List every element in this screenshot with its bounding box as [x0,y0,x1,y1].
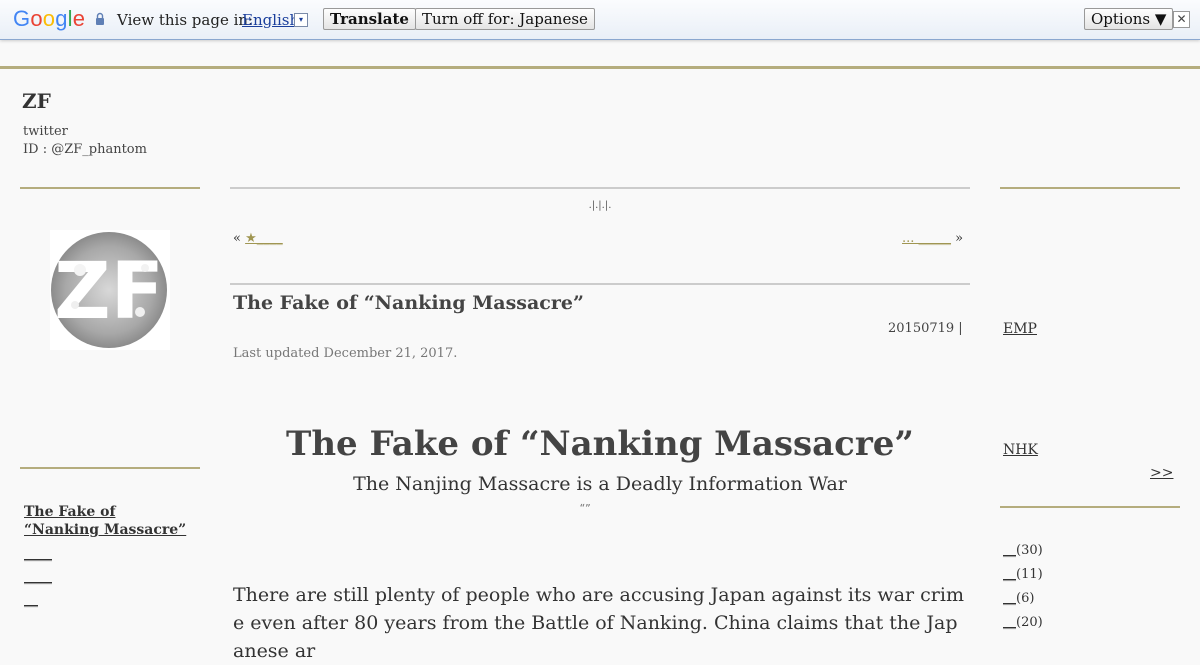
right-divider-2 [1000,506,1180,508]
right-nav-nhk[interactable]: NHK [1003,442,1038,458]
close-icon[interactable]: ✕ [1173,11,1190,28]
translate-bar: Google View this page in: English ▾ Tran… [0,0,1200,40]
twitter-label: twitter [23,124,68,139]
category-item[interactable]: __(6) [1003,591,1034,606]
article-subheading: The Nanjing Massacre is a Deadly Informa… [353,473,847,495]
post-divider [230,283,970,285]
svg-text:ZF: ZF [54,247,164,337]
last-updated: Last updated December 21, 2017. [233,346,458,361]
article-body: There are still plenty of people who are… [233,584,964,662]
left-nav-item-3[interactable]: ____ [24,569,52,585]
right-nav-emp[interactable]: EMP [1003,321,1037,337]
lock-icon [96,12,104,25]
left-nav-item-2[interactable]: ____ [24,546,52,562]
twitter-id: ID : @ZF_phantom [23,142,147,157]
main-divider [230,187,970,189]
right-divider [1000,187,1180,189]
google-logo: Google [13,6,86,31]
breadcrumb[interactable]: .|.|.|. [230,200,970,211]
language-select[interactable]: English [242,11,299,29]
avatar: ZF [50,230,170,350]
left-divider-2 [20,467,200,469]
next-post-link[interactable]: ... _____ » [902,231,963,246]
category-item[interactable]: __(11) [1003,567,1043,582]
header-divider [0,66,1200,69]
chevron-down-icon[interactable]: ▾ [294,13,308,27]
turn-off-button[interactable]: Turn off for: Japanese [415,8,595,30]
site-profile: twitter ID : @ZF_phantom [23,123,147,159]
left-nav-item-4[interactable]: __ [24,592,38,608]
site-title[interactable]: ZF [22,89,51,113]
translate-button[interactable]: Translate [323,8,416,30]
post-title: The Fake of “Nanking Massacre” [233,292,584,314]
prev-post-link[interactable]: « ★____ [233,231,283,246]
article-heading: The Fake of “Nanking Massacre” [286,424,914,464]
options-button[interactable]: Options ▼ [1084,8,1174,30]
left-nav-item-nanking[interactable]: The Fake of “Nanking Massacre” [24,503,194,539]
category-item[interactable]: __(30) [1003,543,1043,558]
more-link[interactable]: >> [1150,465,1173,481]
post-date: 20150719 | [888,321,963,336]
quote-marks: “” [579,502,591,515]
view-page-label: View this page in: [117,11,254,29]
zf-logo-icon: ZF [51,232,167,348]
left-divider [20,187,200,189]
category-item[interactable]: __(20) [1003,615,1043,630]
